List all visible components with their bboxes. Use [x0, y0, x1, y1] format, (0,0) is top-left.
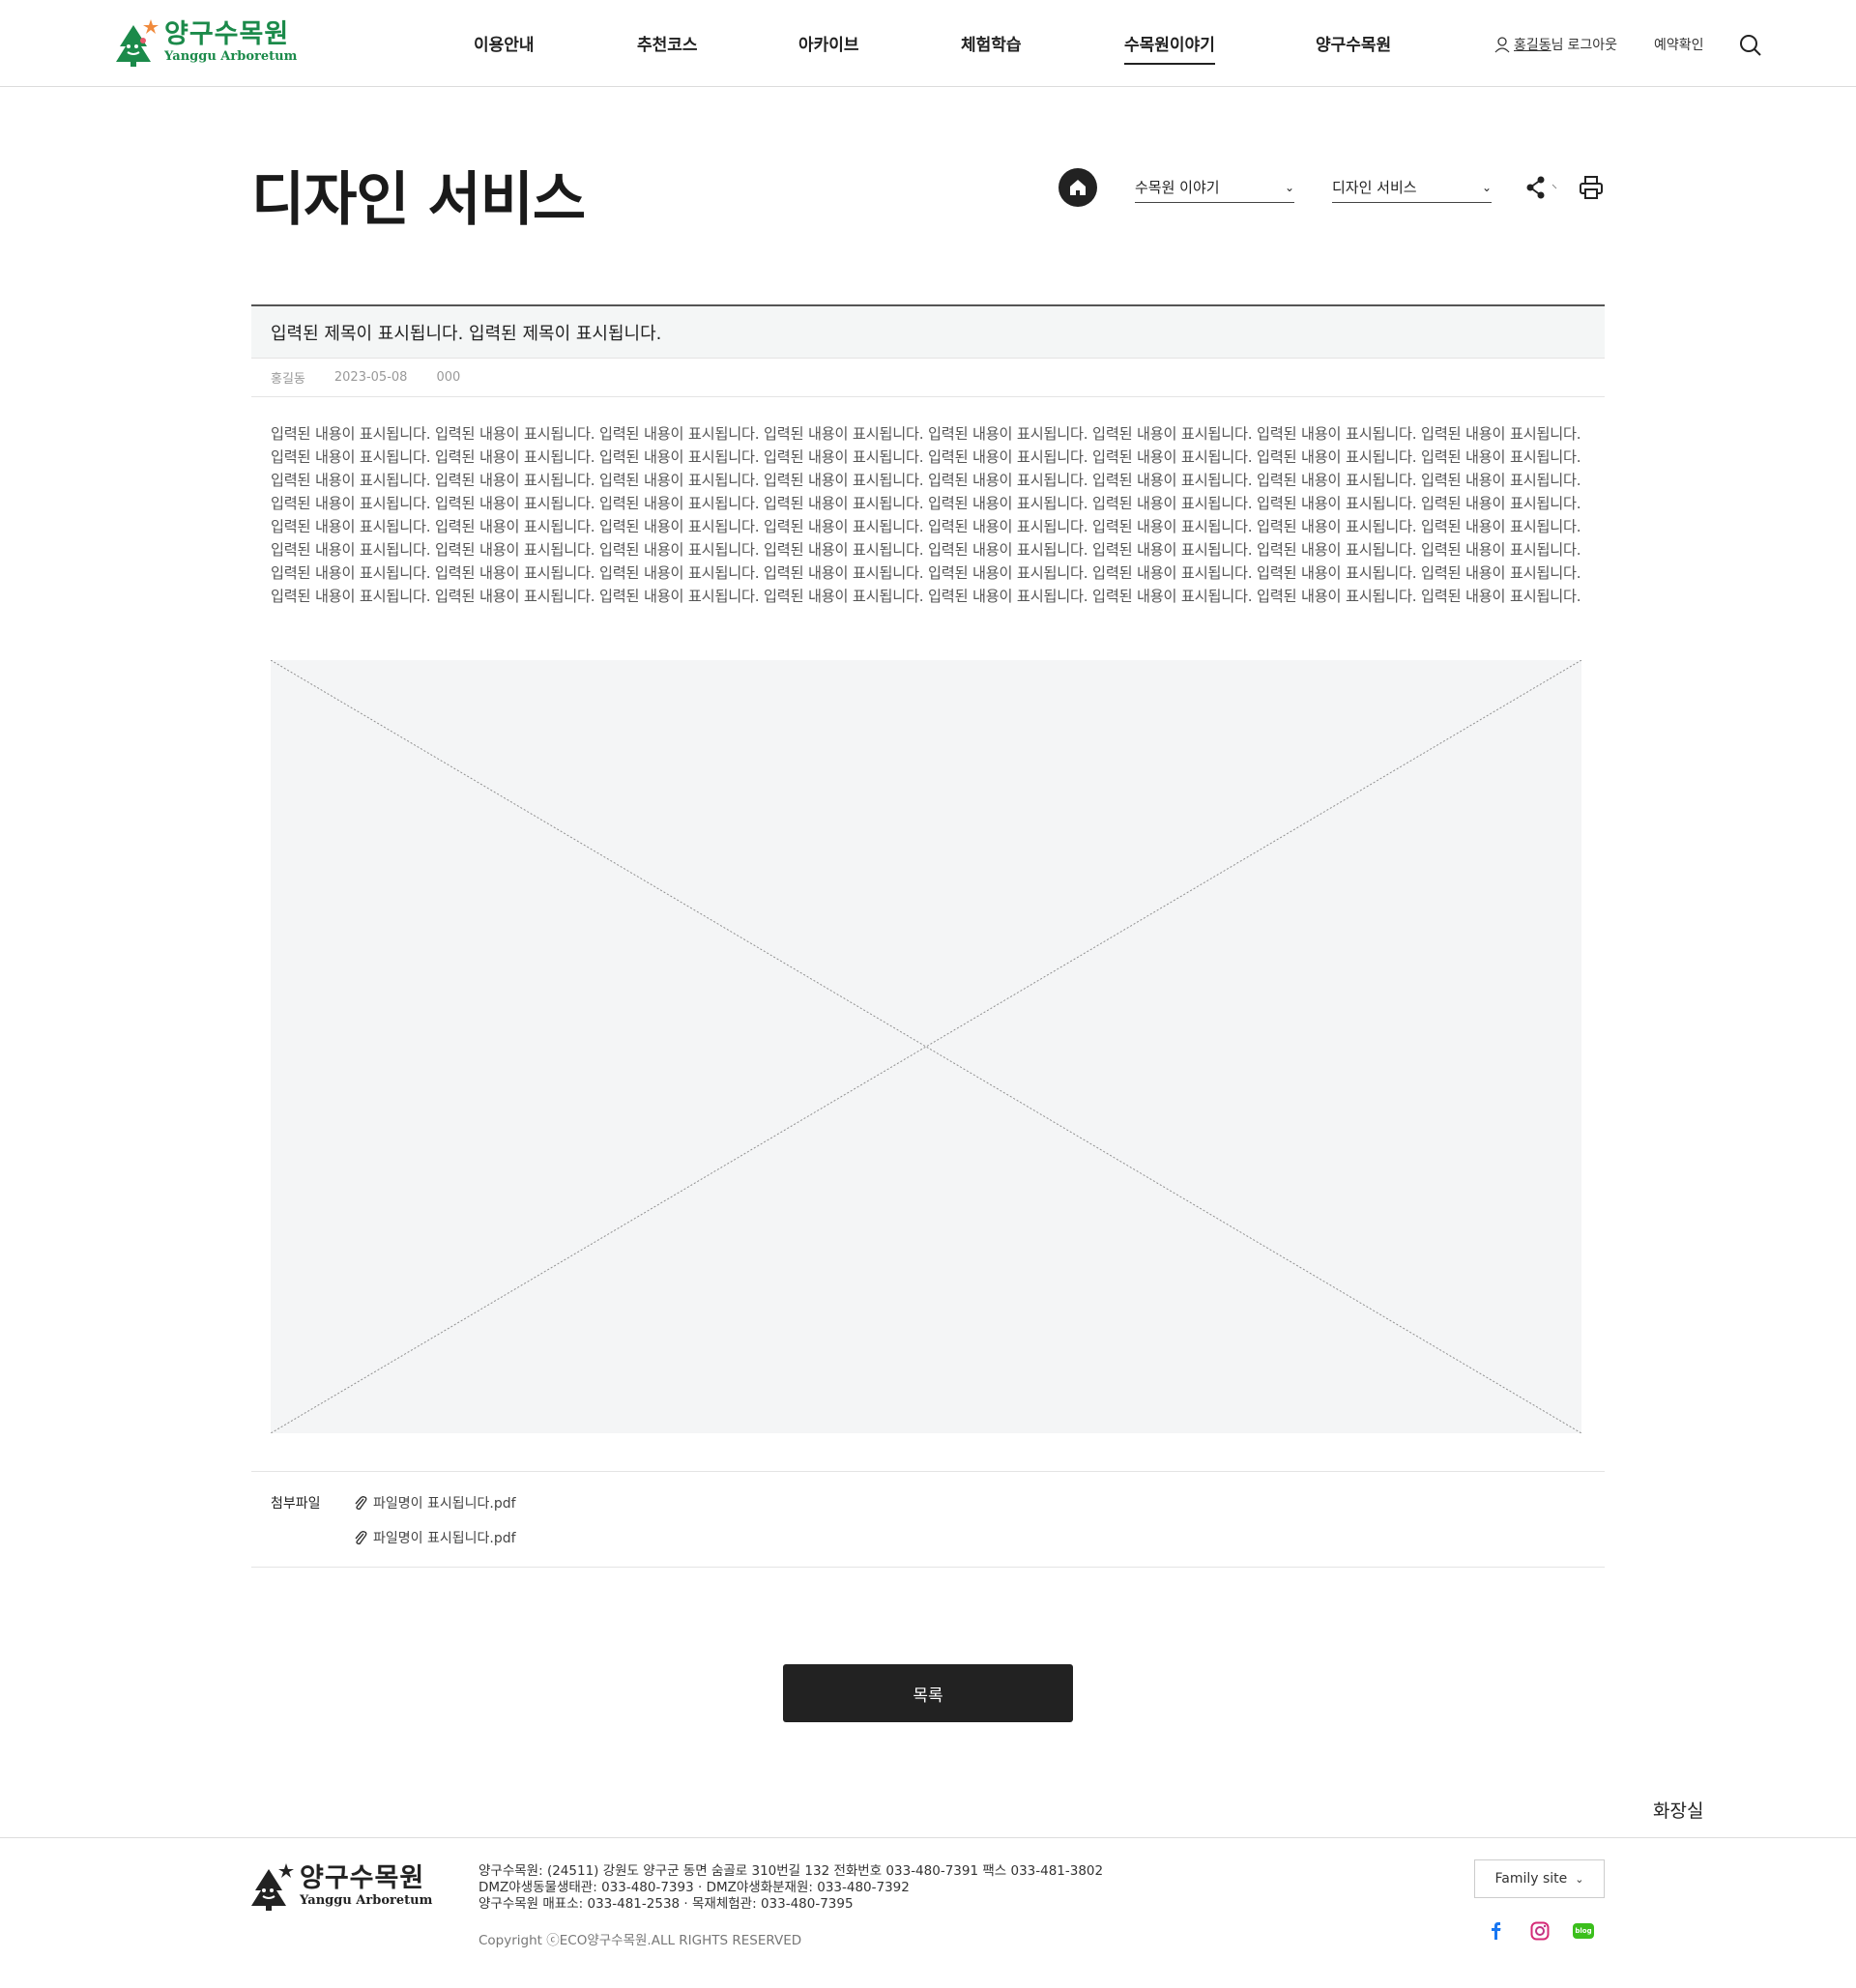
post-body: 입력된 내용이 표시됩니다. 입력된 내용이 표시됩니다. 입력된 내용이 표시…: [271, 425, 1581, 605]
category-select-1[interactable]: 수목원 이야기 ⌄: [1135, 172, 1294, 203]
category-select-1-value: 수목원 이야기: [1135, 179, 1220, 196]
attachment-file-1[interactable]: 파일명이 표시됩니다.pdf: [354, 1493, 516, 1513]
chevron-down-icon: ⌄: [1575, 1872, 1584, 1886]
home-button[interactable]: [1058, 168, 1097, 207]
blog-link[interactable]: blog: [1572, 1919, 1595, 1943]
post-view: 입력된 제목이 표시됩니다. 입력된 제목이 표시됩니다. 홍길동 2023-0…: [251, 304, 1605, 1568]
category-select-2[interactable]: 디자인 서비스 ⌄: [1332, 172, 1492, 203]
footer-logo-english-text: Yanggu Arboretum: [300, 1893, 433, 1908]
footer-info: 양구수목원: (24511) 강원도 양구군 동면 숨골로 310번길 132 …: [478, 1863, 1103, 1913]
search-icon: [1740, 35, 1761, 56]
logo-english-text: Yanggu Arboretum: [164, 49, 298, 64]
user-area: 홍길동 님 로그아웃: [1494, 35, 1617, 54]
post-meta: 홍길동 2023-05-08 000: [251, 359, 1605, 397]
print-button[interactable]: [1579, 174, 1604, 201]
footer-logo[interactable]: 양구수목원 Yanggu Arboretum: [249, 1861, 432, 1912]
attachment-file-1-name: 파일명이 표시됩니다.pdf: [373, 1496, 516, 1512]
attachments: 첨부파일 파일명이 표시됩니다.pdf 파일명이 표시됩니다.pdf: [251, 1471, 1605, 1568]
footer-info-line: 양구수목원 매표소: 033-481-2538 · 목재체험관: 033-480…: [478, 1896, 854, 1912]
nav-item-archive[interactable]: 아카이브: [798, 31, 859, 55]
attachment-file-2[interactable]: 파일명이 표시됩니다.pdf: [354, 1528, 516, 1547]
list-button[interactable]: 목록: [783, 1664, 1073, 1722]
chevron-down-icon: ⌄: [1284, 180, 1294, 194]
paperclip-icon: [355, 1530, 367, 1545]
logo-korean-text: 양구수목원: [164, 19, 290, 49]
logout-link[interactable]: 로그아웃: [1568, 35, 1618, 54]
share-button[interactable]: [1525, 174, 1557, 201]
site-header: 양구수목원 Yanggu Arboretum 이용안내 추천코스 아카이브 체험…: [0, 0, 1856, 87]
footer-info-line: DMZ야생동물생태관: 033-480-7393 · DMZ야생화분재원: 03…: [478, 1880, 910, 1895]
user-name[interactable]: 홍길동: [1514, 35, 1552, 54]
user-suffix: 님: [1551, 38, 1564, 53]
blog-icon: blog: [1573, 1923, 1594, 1939]
image-placeholder: [271, 660, 1581, 1433]
post-views: 000: [436, 370, 461, 385]
post-date: 2023-05-08: [334, 370, 408, 385]
instagram-icon: [1530, 1921, 1550, 1941]
nav-item-learning[interactable]: 체험학습: [961, 31, 1022, 55]
chevron-down-icon: ⌄: [1481, 180, 1492, 194]
footer-info-line: 양구수목원: (24511) 강원도 양구군 동면 숨골로 310번길 132 …: [478, 1863, 1104, 1879]
post-author: 홍길동: [271, 372, 305, 387]
nav-item-story[interactable]: 수목원이야기: [1124, 31, 1215, 65]
tree-logo-icon: [114, 17, 160, 68]
post-title: 입력된 제목이 표시됩니다. 입력된 제목이 표시됩니다.: [251, 306, 1605, 359]
nav-item-arboretum[interactable]: 양구수목원: [1316, 31, 1391, 55]
attachment-file-2-name: 파일명이 표시됩니다.pdf: [373, 1531, 516, 1546]
footer-logo-korean-text: 양구수목원: [300, 1863, 425, 1893]
blog-icon-text: blog: [1575, 1927, 1592, 1935]
home-icon: [1070, 180, 1086, 195]
copyright: Copyright ⓒECO양구수목원.ALL RIGHTS RESERVED: [478, 1933, 802, 1948]
nav-item-course[interactable]: 추천코스: [637, 31, 698, 55]
nav-item-guide[interactable]: 이용안내: [474, 31, 535, 55]
restroom-link[interactable]: 화장실: [1653, 1797, 1703, 1823]
page-title: 디자인 서비스: [251, 166, 586, 234]
search-button[interactable]: [1738, 33, 1763, 58]
facebook-icon: [1492, 1922, 1501, 1940]
paperclip-icon: [355, 1495, 367, 1511]
share-icon: [1526, 176, 1557, 199]
family-site-label: Family site: [1494, 1871, 1568, 1887]
family-site-select[interactable]: Family site ⌄: [1474, 1859, 1605, 1898]
instagram-link[interactable]: [1528, 1919, 1552, 1943]
tree-logo-icon: [249, 1861, 296, 1912]
user-icon: [1494, 36, 1510, 52]
site-footer: 양구수목원 Yanggu Arboretum 양구수목원: (24511) 강원…: [0, 1837, 1856, 1988]
print-icon: [1580, 176, 1603, 199]
reservation-link[interactable]: 예약확인: [1654, 35, 1704, 54]
site-logo[interactable]: 양구수목원 Yanggu Arboretum: [114, 17, 297, 68]
facebook-link[interactable]: [1485, 1919, 1508, 1943]
category-select-2-value: 디자인 서비스: [1332, 179, 1417, 196]
attachments-label: 첨부파일: [271, 1496, 321, 1512]
